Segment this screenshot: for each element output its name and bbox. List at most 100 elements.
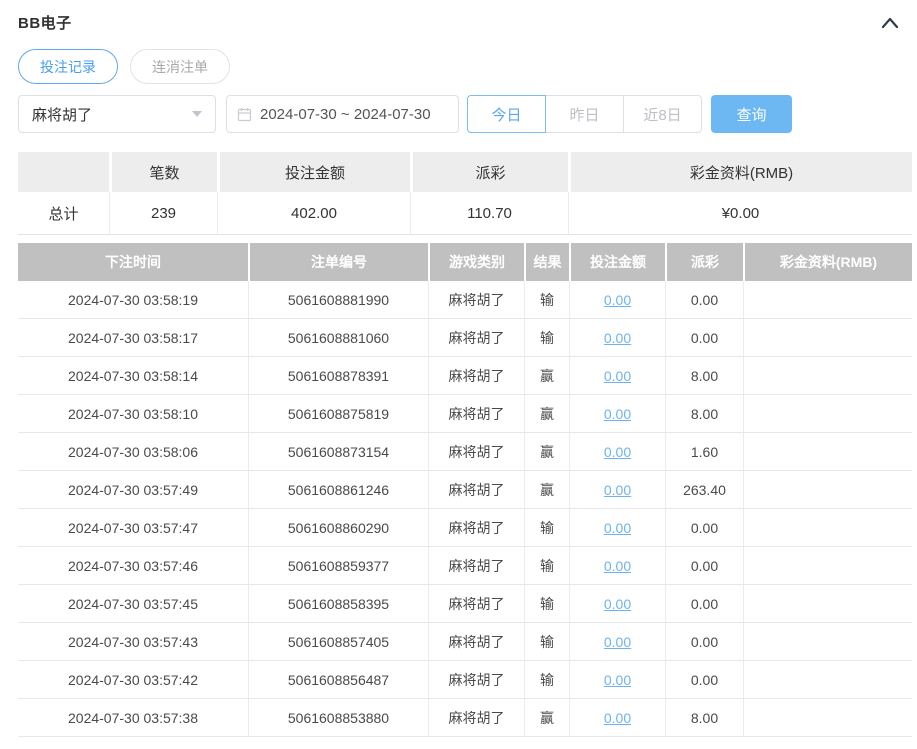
game-type-cell: 麻将胡了 — [428, 623, 524, 660]
game-type-cell: 麻将胡了 — [428, 281, 524, 318]
payout-cell: 0.00 — [665, 509, 743, 546]
records-header-row: 下注时间 注单编号 游戏类别 结果 投注金额 派彩 彩金资料(RMB) — [18, 243, 912, 281]
bonus-cell — [743, 319, 912, 356]
game-type-cell: 麻将胡了 — [428, 509, 524, 546]
payout-cell: 8.00 — [665, 699, 743, 736]
game-type-cell: 麻将胡了 — [428, 357, 524, 394]
summary-total-row: 总计 239 402.00 110.70 ¥0.00 — [18, 192, 912, 235]
bet-time-cell: 2024-07-30 03:57:46 — [68, 557, 198, 574]
bet-time-cell: 2024-07-30 03:57:43 — [68, 633, 198, 650]
bonus-cell — [743, 661, 912, 698]
header-bonus: 彩金资料(RMB) — [743, 243, 912, 281]
game-type-cell: 麻将胡了 — [428, 699, 524, 736]
payout-cell: 0.00 — [665, 585, 743, 622]
payout-cell: 263.40 — [665, 471, 743, 508]
date-range-value: 2024-07-30 ~ 2024-07-30 — [260, 105, 431, 123]
order-id-cell: 5061608881990 — [248, 281, 428, 318]
table-row: 2024-07-30 03:58:14 5061608878391 麻将胡了 赢… — [18, 357, 912, 395]
result-cell: 赢 — [524, 357, 569, 394]
summary-total-payout: 110.70 — [410, 192, 568, 235]
bet-time-cell: 2024-07-30 03:58:17 — [68, 329, 198, 346]
bet-amount-cell: 0.00 — [569, 585, 665, 622]
order-id-cell: 5061608878391 — [248, 357, 428, 394]
payout-cell: 0.00 — [665, 661, 743, 698]
table-row: 2024-07-30 03:58:17 5061608881060 麻将胡了 输… — [18, 319, 912, 357]
tab-bet-records[interactable]: 投注记录 — [18, 49, 118, 84]
bet-records-panel: BB电子 投注记录 连消注单 麻将胡了 2024-07-30 ~ 2024-07… — [0, 0, 917, 749]
payout-cell: 0.00 — [665, 281, 743, 318]
payout-cell: 1.60 — [665, 433, 743, 470]
bonus-cell — [743, 471, 912, 508]
order-id-cell: 5061608858395 — [248, 585, 428, 622]
bonus-cell — [743, 395, 912, 432]
bet-amount-link[interactable]: 0.00 — [604, 482, 631, 498]
bet-amount-cell: 0.00 — [569, 319, 665, 356]
bet-records-table: 下注时间 注单编号 游戏类别 结果 投注金额 派彩 彩金资料(RMB) 2024… — [18, 243, 912, 749]
bet-amount-link[interactable]: 0.00 — [604, 444, 631, 460]
header-order-id: 注单编号 — [248, 243, 428, 281]
table-row-partial — [18, 737, 912, 749]
game-type-cell: 麻将胡了 — [428, 319, 524, 356]
summary-header-count: 笔数 — [109, 152, 217, 192]
bet-time-cell: 2024-07-30 03:57:47 — [68, 519, 198, 536]
summary-total-label: 总计 — [18, 192, 109, 235]
bet-amount-cell: 0.00 — [569, 281, 665, 318]
bet-amount-link[interactable]: 0.00 — [604, 406, 631, 422]
table-row: 2024-07-30 03:58:10 5061608875819 麻将胡了 赢… — [18, 395, 912, 433]
panel-header: BB电子 — [18, 0, 912, 36]
bet-amount-link[interactable]: 0.00 — [604, 596, 631, 612]
order-id-cell: 5061608857405 — [248, 623, 428, 660]
result-cell: 赢 — [524, 471, 569, 508]
bonus-cell — [743, 699, 912, 736]
bet-amount-cell: 0.00 — [569, 699, 665, 736]
bet-amount-link[interactable]: 0.00 — [604, 710, 631, 726]
bet-amount-link[interactable]: 0.00 — [604, 330, 631, 346]
quick-last8days-button[interactable]: 近8日 — [623, 95, 702, 133]
bet-amount-link[interactable]: 0.00 — [604, 520, 631, 536]
calendar-icon — [237, 107, 252, 122]
header-bet-amount: 投注金额 — [569, 243, 665, 281]
bonus-cell — [743, 509, 912, 546]
bet-amount-link[interactable]: 0.00 — [604, 558, 631, 574]
summary-header-bonus: 彩金资料(RMB) — [568, 152, 912, 192]
bet-amount-link[interactable]: 0.00 — [604, 368, 631, 384]
summary-header-payout: 派彩 — [410, 152, 568, 192]
header-game-type: 游戏类别 — [428, 243, 524, 281]
bet-amount-link[interactable]: 0.00 — [604, 634, 631, 650]
quick-range-group: 今日 昨日 近8日 — [467, 95, 702, 133]
date-range-input[interactable]: 2024-07-30 ~ 2024-07-30 — [226, 95, 459, 133]
filter-bar: 麻将胡了 2024-07-30 ~ 2024-07-30 今日 昨日 近8日 查… — [18, 95, 912, 133]
tab-cancelled-orders[interactable]: 连消注单 — [130, 49, 230, 84]
collapse-button[interactable] — [880, 14, 912, 30]
order-id-cell: 5061608873154 — [248, 433, 428, 470]
order-id-cell: 5061608875819 — [248, 395, 428, 432]
bet-amount-link[interactable]: 0.00 — [604, 292, 631, 308]
summary-header-blank — [18, 152, 109, 192]
result-cell: 输 — [524, 319, 569, 356]
game-type-cell: 麻将胡了 — [428, 661, 524, 698]
result-cell: 输 — [524, 509, 569, 546]
game-type-cell: 麻将胡了 — [428, 395, 524, 432]
summary-header-bet-amount: 投注金额 — [217, 152, 410, 192]
table-row: 2024-07-30 03:58:19 5061608881990 麻将胡了 输… — [18, 281, 912, 319]
bonus-cell — [743, 547, 912, 584]
quick-yesterday-button[interactable]: 昨日 — [545, 95, 624, 133]
table-row: 2024-07-30 03:57:43 5061608857405 麻将胡了 输… — [18, 623, 912, 661]
header-payout: 派彩 — [665, 243, 743, 281]
order-id-cell: 5061608856487 — [248, 661, 428, 698]
payout-cell: 0.00 — [665, 547, 743, 584]
table-row: 2024-07-30 03:57:38 5061608853880 麻将胡了 赢… — [18, 699, 912, 737]
search-button[interactable]: 查询 — [711, 95, 792, 133]
bet-time-cell: 2024-07-30 03:58:19 — [68, 291, 198, 308]
records-body: 2024-07-30 03:58:19 5061608881990 麻将胡了 输… — [18, 281, 912, 737]
bet-time-cell: 2024-07-30 03:57:42 — [68, 671, 198, 688]
header-result: 结果 — [524, 243, 569, 281]
game-select[interactable]: 麻将胡了 — [18, 95, 216, 133]
bet-amount-link[interactable]: 0.00 — [604, 672, 631, 688]
quick-today-button[interactable]: 今日 — [467, 95, 546, 133]
summary-table: 笔数 投注金额 派彩 彩金资料(RMB) 总计 239 402.00 110.7… — [18, 152, 912, 235]
bet-amount-cell: 0.00 — [569, 547, 665, 584]
chevron-up-icon — [880, 17, 900, 34]
bonus-cell — [743, 357, 912, 394]
bet-amount-cell: 0.00 — [569, 509, 665, 546]
